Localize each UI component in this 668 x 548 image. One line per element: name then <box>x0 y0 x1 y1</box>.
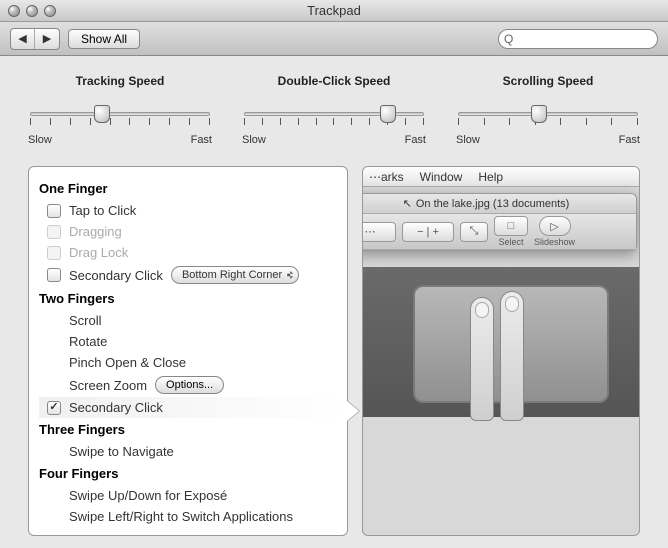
minimize-icon[interactable] <box>26 5 38 17</box>
two-pinch-label: Pinch Open & Close <box>69 355 186 370</box>
nav-segment: ◀ ▶ <box>10 28 60 50</box>
two-secondary-checkbox[interactable] <box>47 401 61 415</box>
selection-arrow-icon <box>347 401 359 421</box>
doubleclick-speed-thumb[interactable] <box>380 105 396 123</box>
scroll-speed-label: Scrolling Speed <box>456 74 640 88</box>
preview-window: ↖ On the lake.jpg (13 documents) ⋯ − | +… <box>362 193 637 251</box>
screen-zoom-options-button[interactable]: Options... <box>155 376 224 394</box>
two-secondary-label: Secondary Click <box>69 400 163 415</box>
sliders-row: Tracking Speed Slow Fast Double-Click Sp… <box>28 74 640 146</box>
split: One Finger Tap to Click Dragging Drag Lo… <box>28 166 640 536</box>
cursor-icon: ↖ <box>403 197 412 210</box>
gesture-options-list: One Finger Tap to Click Dragging Drag Lo… <box>28 166 348 536</box>
three-swipe-label: Swipe to Navigate <box>69 444 174 459</box>
preview-tool-select: □ Select <box>494 216 528 247</box>
tracking-speed-thumb[interactable] <box>94 105 110 123</box>
drag-lock-row: Drag Lock <box>39 242 333 263</box>
two-pinch-row[interactable]: Pinch Open & Close <box>39 352 333 373</box>
drag-lock-label: Drag Lock <box>69 245 128 260</box>
secondary-corner-popup[interactable]: Bottom Right Corner <box>171 266 299 284</box>
scroll-slow-label: Slow <box>456 134 480 146</box>
secondary-corner-value: Bottom Right Corner <box>182 269 282 281</box>
toolbar: ◀ ▶ Show All Q <box>0 22 668 56</box>
scroll-fast-label: Fast <box>619 134 640 146</box>
scroll-speed-slider[interactable] <box>458 102 638 132</box>
tracking-speed-block: Tracking Speed Slow Fast <box>28 74 212 146</box>
back-button[interactable]: ◀ <box>11 29 35 49</box>
dragging-checkbox <box>47 225 61 239</box>
one-secondary-label: Secondary Click <box>69 268 163 283</box>
preview-menu-item: Window <box>420 170 463 184</box>
two-scroll-label: Scroll <box>69 313 102 328</box>
tracking-speed-label: Tracking Speed <box>28 74 212 88</box>
trackpad-surface-icon <box>413 285 609 403</box>
four-expose-label: Swipe Up/Down for Exposé <box>69 488 227 503</box>
doubleclick-speed-label: Double-Click Speed <box>242 74 426 88</box>
show-all-button[interactable]: Show All <box>68 29 140 49</box>
preview-tool-move: ⤡ <box>460 222 488 242</box>
gesture-preview: ⋯arks Window Help ↖ On the lake.jpg (13 … <box>362 166 640 536</box>
two-fingers-head: Two Fingers <box>39 291 333 306</box>
preview-window-toolbar: ⋯ − | + ⤡ □ Select ▷ Slideshow <box>362 214 636 250</box>
scroll-speed-thumb[interactable] <box>531 105 547 123</box>
preview-menu-item: Help <box>478 170 503 184</box>
doubleclick-slow-label: Slow <box>242 134 266 146</box>
close-icon[interactable] <box>8 5 20 17</box>
content: Tracking Speed Slow Fast Double-Click Sp… <box>0 56 668 548</box>
doubleclick-speed-slider[interactable] <box>244 102 424 132</box>
dragging-label: Dragging <box>69 224 122 239</box>
preview-tool-prevnext: ⋯ <box>362 222 396 242</box>
tracking-speed-slider[interactable] <box>30 102 210 132</box>
tap-to-click-checkbox[interactable] <box>47 204 61 218</box>
four-fingers-head: Four Fingers <box>39 466 333 481</box>
preview-menu-item: ⋯arks <box>369 170 404 184</box>
preview-tool-zoom: − | + <box>402 222 454 242</box>
two-zoom-row[interactable]: Screen Zoom Options... <box>39 373 333 397</box>
tracking-fast-label: Fast <box>191 134 212 146</box>
doubleclick-fast-label: Fast <box>405 134 426 146</box>
four-apps-label: Swipe Left/Right to Switch Applications <box>69 509 293 524</box>
two-rotate-label: Rotate <box>69 334 107 349</box>
two-zoom-label: Screen Zoom <box>69 378 147 393</box>
search-input[interactable] <box>498 29 658 49</box>
window-title: Trackpad <box>0 3 668 18</box>
three-fingers-head: Three Fingers <box>39 422 333 437</box>
two-secondary-row[interactable]: Secondary Click <box>39 397 347 418</box>
two-rotate-row[interactable]: Rotate <box>39 331 333 352</box>
scroll-speed-block: Scrolling Speed Slow Fast <box>456 74 640 146</box>
titlebar: Trackpad <box>0 0 668 22</box>
preview-trackpad-area <box>363 267 639 417</box>
dragging-row: Dragging <box>39 221 333 242</box>
preview-window-title-text: On the lake.jpg (13 documents) <box>416 198 569 210</box>
preview-window-title: ↖ On the lake.jpg (13 documents) <box>362 194 636 214</box>
four-apps-row[interactable]: Swipe Left/Right to Switch Applications <box>39 506 333 527</box>
two-scroll-row[interactable]: Scroll <box>39 310 333 331</box>
forward-button[interactable]: ▶ <box>35 29 59 49</box>
search-wrap: Q <box>498 29 658 49</box>
preview-tool-slideshow: ▷ Slideshow <box>534 216 575 247</box>
preview-menubar: ⋯arks Window Help <box>363 167 639 187</box>
window-controls <box>0 5 56 17</box>
one-secondary-checkbox[interactable] <box>47 268 61 282</box>
four-expose-row[interactable]: Swipe Up/Down for Exposé <box>39 485 333 506</box>
tap-to-click-row[interactable]: Tap to Click <box>39 200 333 221</box>
three-swipe-row[interactable]: Swipe to Navigate <box>39 441 333 462</box>
zoom-icon[interactable] <box>44 5 56 17</box>
one-secondary-row[interactable]: Secondary Click Bottom Right Corner <box>39 263 333 287</box>
drag-lock-checkbox <box>47 246 61 260</box>
one-finger-head: One Finger <box>39 181 333 196</box>
tracking-slow-label: Slow <box>28 134 52 146</box>
tap-to-click-label: Tap to Click <box>69 203 136 218</box>
doubleclick-speed-block: Double-Click Speed Slow Fast <box>242 74 426 146</box>
